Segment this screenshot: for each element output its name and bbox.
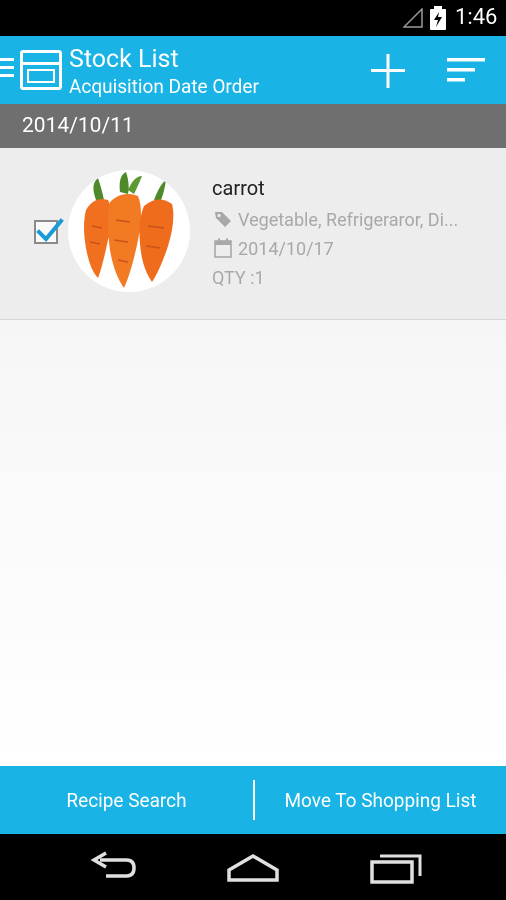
app-icon[interactable] [20,50,62,90]
calendar-icon [214,238,232,258]
add-icon[interactable] [364,50,412,92]
section-header: 2014/10/11 [0,104,506,148]
stock-list[interactable]: carrot Vegetable, Refrigeraror, Di... 20… [0,148,506,766]
item-name: carrot [212,176,265,200]
action-bar: Stock List Acquisition Date Order [0,36,506,104]
tag-icon [215,212,231,227]
move-to-shopping-list-button[interactable]: Move To Shopping List [255,766,506,834]
list-item[interactable]: carrot Vegetable, Refrigeraror, Di... 20… [0,148,506,320]
checkmark-icon [36,218,64,242]
status-bar: 1:46 [0,0,506,36]
home-icon[interactable] [225,850,281,886]
recipe-search-button[interactable]: Recipe Search [0,766,253,834]
battery-charging-icon [430,6,446,30]
section-date: 2014/10/11 [22,114,134,138]
recents-icon[interactable] [368,850,424,886]
drawer-indicator-icon[interactable] [0,58,14,82]
item-checkbox[interactable] [34,218,64,244]
item-date-text: 2014/10/17 [238,239,334,260]
item-quantity: QTY :1 [212,268,265,289]
page-subtitle: Acquisition Date Order [69,75,259,98]
signal-icon [403,8,423,28]
sort-icon[interactable] [440,50,490,92]
item-tags: Vegetable, Refrigeraror, Di... [214,210,494,234]
carrot-illustration [84,172,174,288]
page-title: Stock List [69,45,179,74]
navigation-bar [0,834,506,900]
back-icon[interactable] [86,850,142,886]
carrot-image[interactable] [68,170,190,292]
item-tags-text: Vegetable, Refrigeraror, Di... [238,210,459,231]
item-date: 2014/10/17 [214,238,334,262]
bottom-action-bar: Recipe Search Move To Shopping List [0,766,506,834]
clock: 1:46 [455,5,498,30]
